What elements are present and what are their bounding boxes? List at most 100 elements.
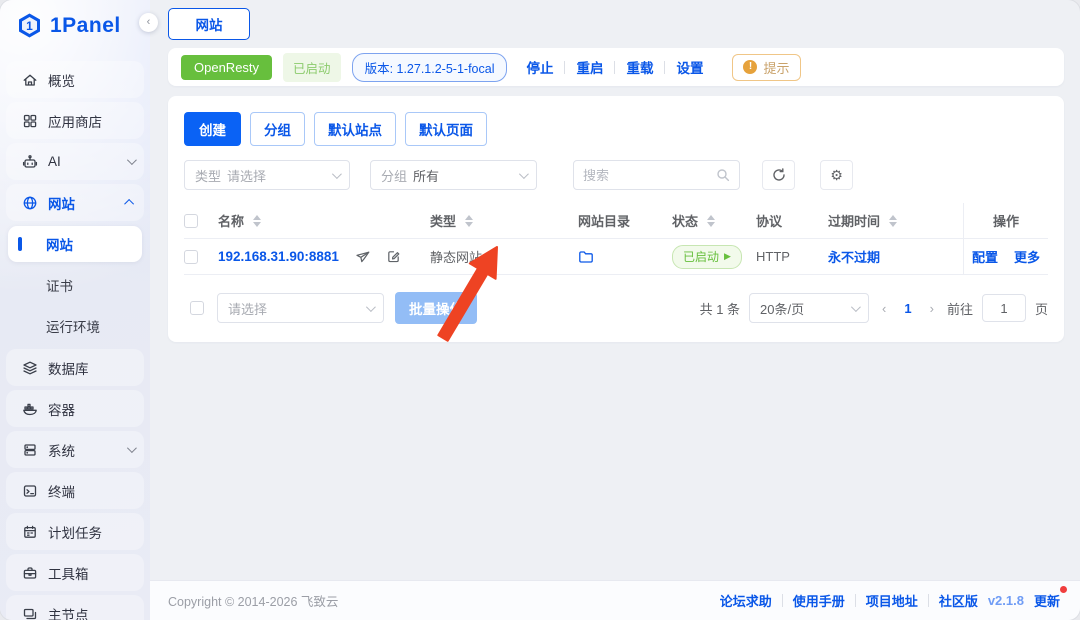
- group-button[interactable]: 分组: [250, 112, 305, 146]
- 1panel-logo-icon: 1: [16, 12, 43, 39]
- sidebar-item-terminal[interactable]: 终端: [6, 472, 144, 509]
- edition-label: 社区版: [939, 591, 978, 610]
- type-filter-select[interactable]: 类型 请选择: [184, 160, 350, 190]
- tab-bar: 网站: [150, 0, 1080, 40]
- column-settings-button[interactable]: ⚙: [820, 160, 853, 190]
- sidebar-item-toolbox[interactable]: 工具箱: [6, 554, 144, 591]
- group-filter-select[interactable]: 分组 所有: [370, 160, 537, 190]
- sidebar-subitem-certificate[interactable]: 证书: [8, 267, 142, 303]
- folder-icon[interactable]: [578, 249, 594, 265]
- sidebar-collapse-button[interactable]: ‹: [139, 13, 158, 32]
- openresty-toolbar: OpenResty 已启动 版本: 1.27.1.2-5-1-focal 停止 …: [168, 48, 1064, 86]
- tab-website[interactable]: 网站: [168, 8, 250, 40]
- default-page-button[interactable]: 默认页面: [405, 112, 487, 146]
- batch-select-checkbox[interactable]: [190, 301, 204, 315]
- footer-links: 论坛求助 使用手册 项目地址 社区版 v2.1.8 更新: [720, 591, 1060, 610]
- column-header-dir: 网站目录: [578, 211, 672, 230]
- goto-page-input[interactable]: [982, 294, 1026, 322]
- row-checkbox[interactable]: [184, 250, 198, 264]
- stop-button[interactable]: 停止: [526, 57, 553, 77]
- page-size-select[interactable]: 20条/页: [749, 293, 869, 323]
- sort-icon[interactable]: [707, 215, 715, 227]
- sort-icon[interactable]: [465, 215, 473, 227]
- globe-icon: [22, 195, 38, 211]
- sidebar-item-label: 系统: [48, 440, 127, 460]
- column-header-name[interactable]: 名称: [218, 211, 430, 230]
- nodes-icon: [22, 606, 38, 620]
- prev-page-button[interactable]: ‹: [878, 301, 890, 316]
- website-name-link[interactable]: 192.168.31.90:8881: [218, 249, 339, 264]
- footer: Copyright © 2014-2026 飞致云 论坛求助 使用手册 项目地址…: [150, 580, 1080, 620]
- sidebar-subitem-website[interactable]: 网站: [8, 226, 142, 262]
- robot-icon: [22, 154, 38, 170]
- status-badge[interactable]: 已启动 ▶: [672, 245, 742, 269]
- edit-icon[interactable]: [386, 249, 401, 264]
- expire-link[interactable]: 永不过期: [828, 247, 880, 266]
- column-header-status[interactable]: 状态: [672, 211, 756, 230]
- sidebar-subitem-label: 网站: [46, 234, 73, 254]
- website-table: 名称 类型 网站目录 状态 协议: [184, 203, 1048, 275]
- chevron-down-icon: [127, 155, 137, 165]
- divider: [664, 61, 665, 74]
- sidebar-item-label: AI: [48, 154, 127, 169]
- sort-icon[interactable]: [889, 215, 897, 227]
- restart-button[interactable]: 重启: [576, 57, 603, 77]
- sidebar-item-website[interactable]: 网站: [6, 184, 144, 221]
- group-filter-value: 所有: [413, 166, 439, 185]
- settings-button[interactable]: 设置: [676, 57, 703, 77]
- website-type-cell: 静态网站: [430, 247, 578, 266]
- refresh-button[interactable]: [762, 160, 795, 190]
- app-logo-text: 1Panel: [50, 14, 121, 38]
- type-filter-placeholder: 请选择: [227, 166, 266, 185]
- update-link[interactable]: 更新: [1034, 591, 1060, 610]
- openresty-button[interactable]: OpenResty: [181, 55, 272, 80]
- sort-icon[interactable]: [253, 215, 261, 227]
- divider: [928, 594, 929, 607]
- sidebar-subitem-runtime[interactable]: 运行环境: [8, 308, 142, 344]
- search-box: [573, 160, 740, 190]
- main-area: 网站 OpenResty 已启动 版本: 1.27.1.2-5-1-focal …: [150, 0, 1080, 620]
- sidebar-item-overview[interactable]: 概览: [6, 61, 144, 98]
- column-label: 名称: [218, 211, 244, 230]
- toolbox-icon: [22, 565, 38, 581]
- chevron-left-icon: ‹: [147, 17, 151, 28]
- sidebar: 1 1Panel ‹ 概览 应用商店 AI 网站: [0, 0, 150, 620]
- tip-badge[interactable]: ! 提示: [732, 54, 800, 81]
- more-button[interactable]: 更多: [1014, 247, 1040, 266]
- manual-link[interactable]: 使用手册: [793, 591, 845, 610]
- reload-button[interactable]: 重载: [626, 57, 653, 77]
- column-header-expire[interactable]: 过期时间: [828, 211, 963, 230]
- forum-help-link[interactable]: 论坛求助: [720, 591, 772, 610]
- filter-row: 类型 请选择 分组 所有 ⚙: [184, 160, 1048, 190]
- batch-pagination-row: 请选择 批量操作 共 1 条 20条/页 ‹ 1 › 前往 页: [184, 292, 1048, 324]
- sidebar-item-ai[interactable]: AI: [6, 143, 144, 180]
- sidebar-item-label: 应用商店: [48, 111, 134, 131]
- sidebar-item-label: 工具箱: [48, 563, 134, 583]
- current-page[interactable]: 1: [899, 301, 916, 316]
- chevron-down-icon: [127, 443, 137, 453]
- sidebar-item-database[interactable]: 数据库: [6, 349, 144, 386]
- chevron-down-icon: [519, 169, 529, 179]
- sidebar-item-container[interactable]: 容器: [6, 390, 144, 427]
- sidebar-item-system[interactable]: 系统: [6, 431, 144, 468]
- default-site-button[interactable]: 默认站点: [314, 112, 396, 146]
- column-header-type[interactable]: 类型: [430, 211, 578, 230]
- open-site-icon[interactable]: [355, 249, 370, 264]
- batch-action-select[interactable]: 请选择: [217, 293, 384, 323]
- next-page-button[interactable]: ›: [926, 301, 938, 316]
- status-label: 已启动: [683, 248, 719, 265]
- divider: [855, 594, 856, 607]
- search-input[interactable]: [583, 168, 716, 183]
- sidebar-item-masternode[interactable]: 主节点: [6, 595, 144, 620]
- select-all-checkbox[interactable]: [184, 214, 198, 228]
- type-filter-prefix: 类型: [195, 166, 221, 185]
- project-link[interactable]: 项目地址: [866, 591, 918, 610]
- version-label: v2.1.8: [988, 593, 1024, 608]
- sidebar-item-label: 概览: [48, 70, 134, 90]
- config-button[interactable]: 配置: [972, 247, 998, 266]
- sidebar-item-appstore[interactable]: 应用商店: [6, 102, 144, 139]
- sidebar-item-cronjob[interactable]: 计划任务: [6, 513, 144, 550]
- create-button[interactable]: 创建: [184, 112, 241, 146]
- server-icon: [22, 442, 38, 458]
- batch-operation-button[interactable]: 批量操作: [395, 292, 477, 324]
